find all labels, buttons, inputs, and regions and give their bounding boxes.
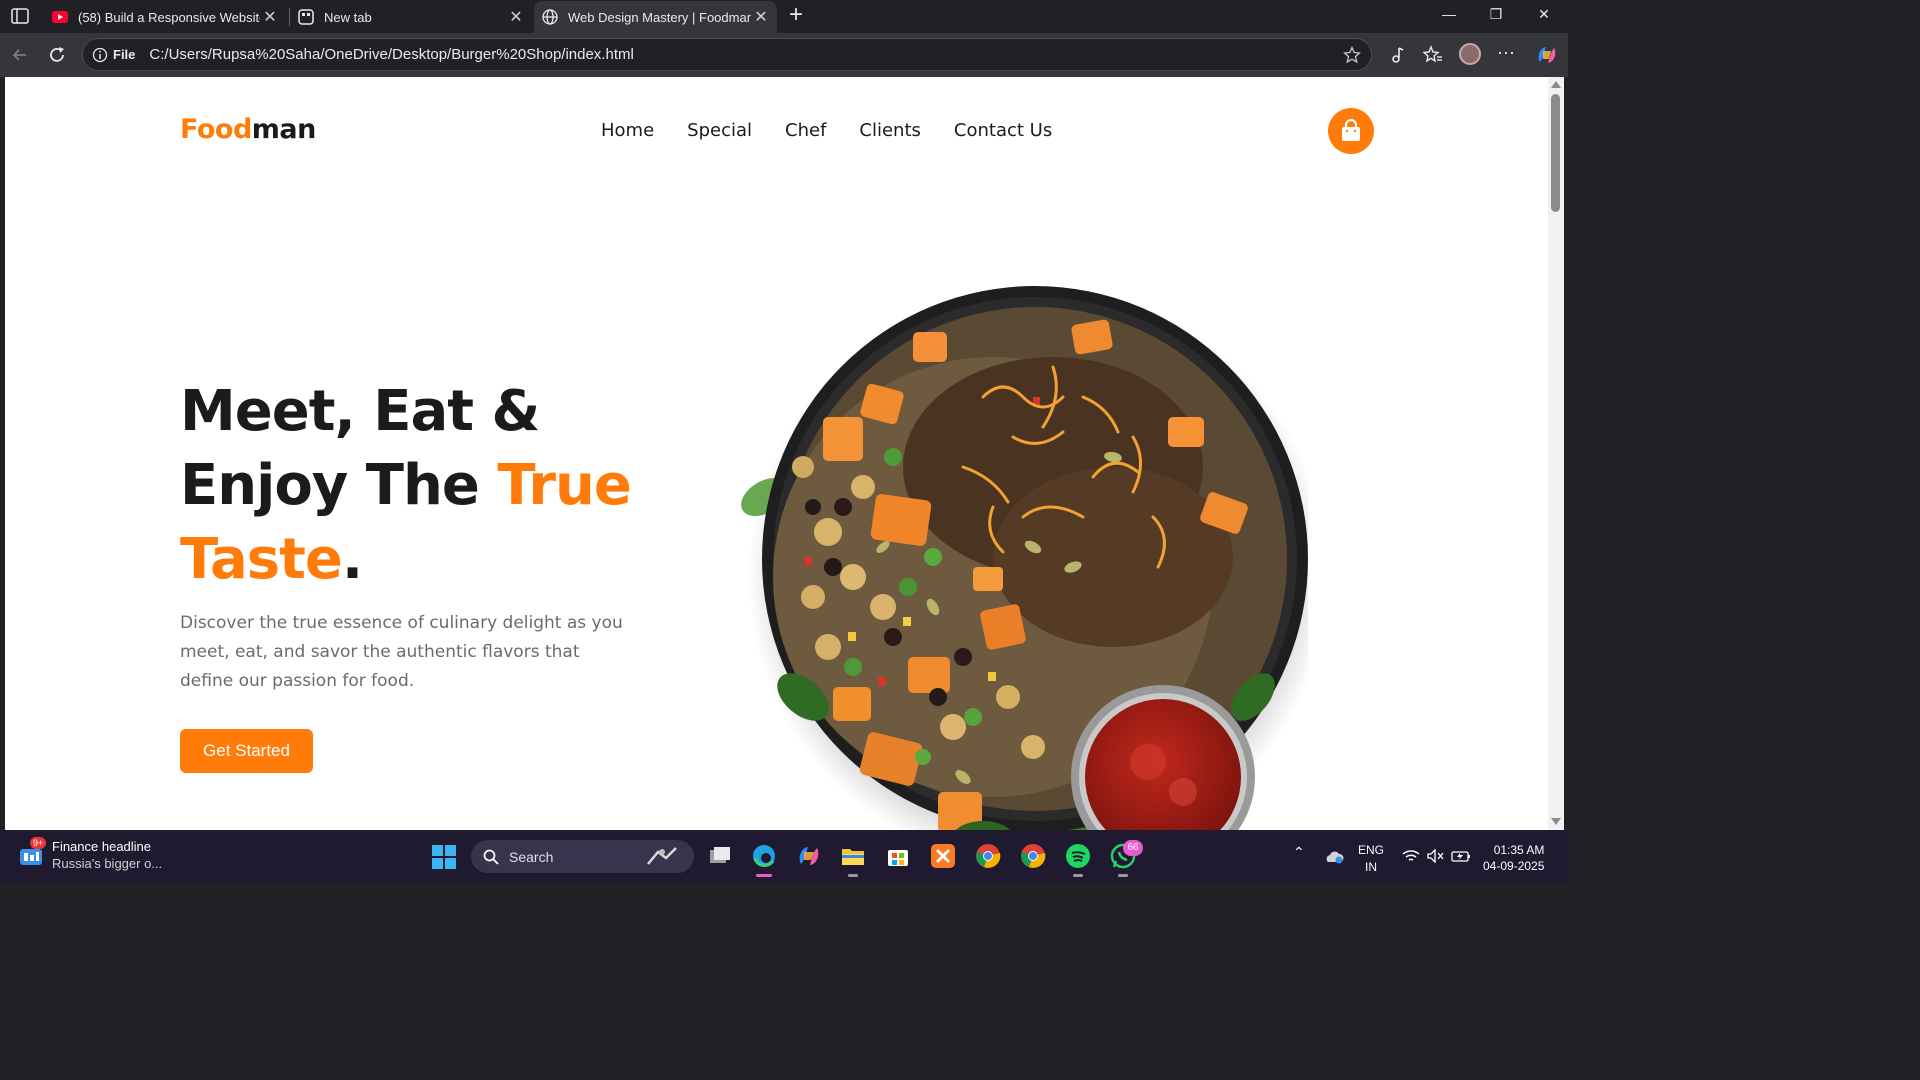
battery-icon[interactable] <box>1451 849 1471 863</box>
logo-part-food: Food <box>180 114 252 145</box>
new-tab-icon <box>298 9 314 25</box>
hero-period: . <box>341 527 363 592</box>
microsoft-store-icon[interactable] <box>885 843 911 869</box>
shopping-bag-icon <box>1342 119 1360 141</box>
windows-start-icon[interactable] <box>432 845 456 869</box>
edge-icon[interactable] <box>751 843 777 877</box>
new-tab-button[interactable]: + <box>784 3 808 29</box>
windows-taskbar: 9+ Finance headline Russia's bigger o...… <box>0 830 1568 882</box>
cart-button[interactable] <box>1328 108 1374 154</box>
page-scrollbar[interactable] <box>1548 77 1564 830</box>
tab-strip: (58) Build a Responsive Website w ✕ New … <box>0 0 1568 33</box>
hero-line-2: Enjoy The <box>180 453 498 518</box>
news-badge: 9+ <box>30 837 47 849</box>
close-tab-icon[interactable]: ✕ <box>260 7 280 27</box>
chrome-profile-icon[interactable] <box>1020 843 1046 869</box>
tab-title: Web Design Mastery | Foodman <box>568 9 751 25</box>
tab-foodman[interactable]: Web Design Mastery | Foodman ✕ <box>534 1 777 33</box>
active-indicator <box>756 874 772 877</box>
hero-line-1: Meet, Eat & <box>180 379 540 444</box>
main-nav: Home Special Chef Clients Contact Us <box>601 120 1052 141</box>
favorites-icon[interactable] <box>1423 45 1443 65</box>
hero-description: Discover the true essence of culinary de… <box>180 613 623 691</box>
clock-date: 04-09-2025 <box>1483 859 1545 873</box>
youtube-icon <box>52 11 68 23</box>
clock[interactable]: 01:35 AM 04-09-2025 <box>1483 842 1544 874</box>
running-indicator <box>848 874 858 877</box>
tab-youtube[interactable]: (58) Build a Responsive Website w ✕ <box>44 1 286 33</box>
reload-icon[interactable] <box>47 45 67 65</box>
search-placeholder: Search <box>509 848 554 865</box>
wifi-icon[interactable] <box>1402 849 1420 863</box>
nav-home[interactable]: Home <box>601 120 654 141</box>
search-icon <box>483 849 499 865</box>
logo-part-man: man <box>251 114 317 145</box>
get-started-button[interactable]: Get Started <box>180 729 313 773</box>
news-headline: Finance headline <box>52 839 152 854</box>
file-explorer-icon[interactable] <box>840 843 866 877</box>
globe-icon <box>542 9 558 25</box>
hero-accent-taste: Taste <box>180 527 343 592</box>
sidebar-toggle-icon[interactable] <box>10 7 30 25</box>
running-indicator <box>1073 874 1083 877</box>
site-logo[interactable]: Foodman <box>180 114 316 145</box>
language-indicator[interactable]: ENG IN <box>1358 842 1384 876</box>
nav-special[interactable]: Special <box>687 120 752 141</box>
copilot-app-icon[interactable] <box>796 843 822 869</box>
browser-toolbar: File C:/Users/Rupsa%20Saha/OneDrive/Desk… <box>0 33 1568 77</box>
task-view-icon[interactable] <box>707 843 733 869</box>
xampp-icon[interactable] <box>930 843 956 869</box>
more-menu-icon[interactable]: ⋯ <box>1497 44 1517 65</box>
url-scheme-label: File <box>113 47 136 62</box>
page-viewport: Foodman Home Special Chef Clients Contac… <box>5 77 1548 830</box>
lang-line-1: ENG <box>1358 843 1385 857</box>
hero-accent-true: True <box>497 453 632 518</box>
close-window-icon[interactable]: ✕ <box>1534 6 1554 26</box>
info-icon[interactable] <box>92 47 108 63</box>
tab-title: New tab <box>324 9 372 25</box>
food-bowl-image <box>741 286 1308 830</box>
news-widget[interactable]: 9+ Finance headline Russia's bigger o... <box>18 837 163 871</box>
hero-title: Meet, Eat & Enjoy The True Taste. <box>180 375 632 597</box>
tray-overflow-icon[interactable]: ⌃ <box>1293 844 1305 861</box>
whatsapp-badge: 66 <box>1123 840 1143 856</box>
widgets-icon: 9+ <box>18 837 47 869</box>
url-text[interactable]: C:/Users/Rupsa%20Saha/OneDrive/Desktop/B… <box>149 46 633 63</box>
onedrive-icon[interactable] <box>1324 850 1344 864</box>
nav-clients[interactable]: Clients <box>859 120 921 141</box>
profile-avatar[interactable] <box>1459 43 1481 65</box>
spotify-icon[interactable] <box>1065 843 1091 877</box>
address-bar[interactable]: File C:/Users/Rupsa%20Saha/OneDrive/Desk… <box>82 38 1372 71</box>
scroll-up-icon[interactable] <box>1551 81 1561 88</box>
tab-new-tab[interactable]: New tab ✕ <box>290 1 532 33</box>
clock-time: 01:35 AM <box>1493 843 1545 857</box>
tab-title: (58) Build a Responsive Website w <box>78 9 260 25</box>
volume-muted-icon[interactable] <box>1427 849 1445 863</box>
news-subtext: Russia's bigger o... <box>52 856 163 871</box>
copilot-icon[interactable] <box>1535 43 1559 67</box>
search-highlight-icon <box>647 846 677 865</box>
taskbar-search[interactable]: Search <box>471 840 694 873</box>
scroll-down-icon[interactable] <box>1551 818 1561 825</box>
restore-icon[interactable]: ❐ <box>1486 6 1506 26</box>
favorite-star-icon[interactable] <box>1343 46 1361 64</box>
back-icon[interactable] <box>10 45 30 65</box>
close-tab-icon[interactable]: ✕ <box>751 7 771 27</box>
nav-contact-us[interactable]: Contact Us <box>954 120 1052 141</box>
read-aloud-icon[interactable] <box>1388 45 1408 65</box>
close-tab-icon[interactable]: ✕ <box>506 7 526 27</box>
lang-line-2: IN <box>1365 860 1377 874</box>
running-indicator <box>1118 874 1128 877</box>
scrollbar-thumb[interactable] <box>1551 94 1560 212</box>
nav-chef[interactable]: Chef <box>785 120 826 141</box>
minimize-icon[interactable]: — <box>1439 6 1459 26</box>
chrome-icon[interactable] <box>975 843 1001 869</box>
